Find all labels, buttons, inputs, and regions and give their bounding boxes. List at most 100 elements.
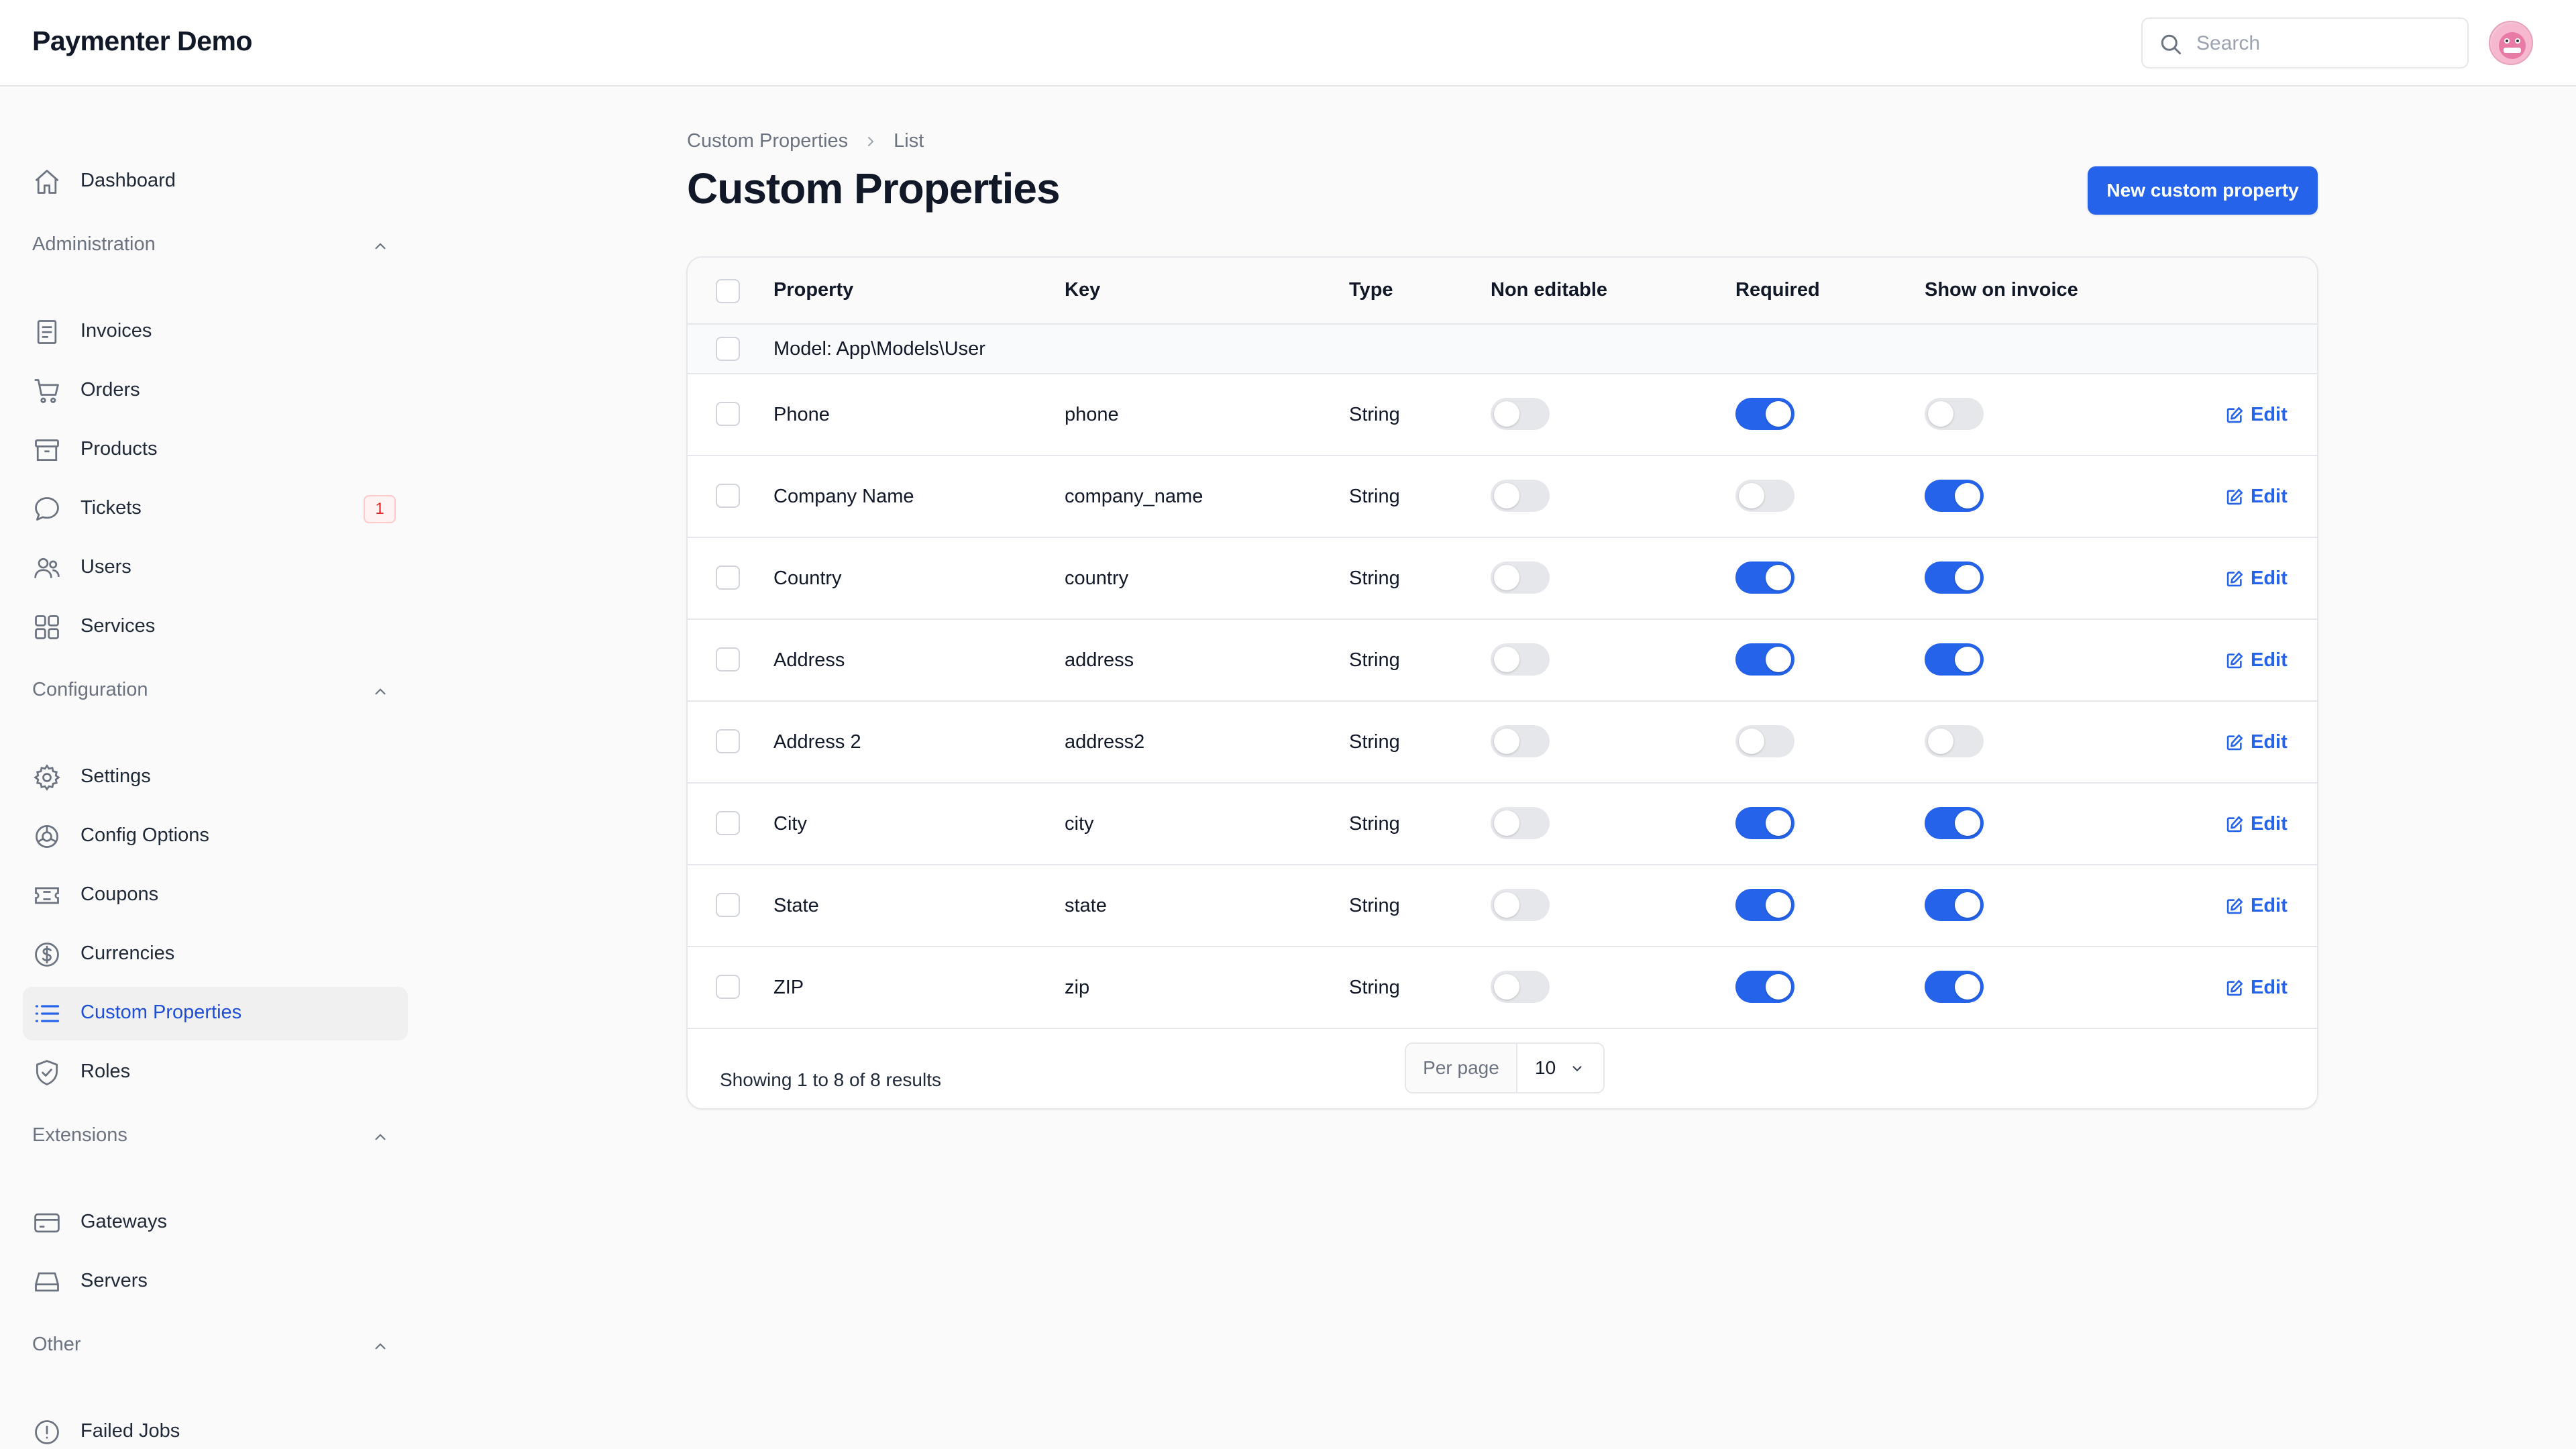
row-checkbox[interactable] (716, 402, 740, 426)
sidebar-item-roles[interactable]: Roles (23, 1046, 408, 1099)
non-editable-toggle[interactable] (1491, 807, 1550, 839)
edit-link[interactable]: Edit (2225, 731, 2288, 753)
group-checkbox[interactable] (716, 337, 740, 361)
cell-type: String (1349, 895, 1400, 916)
sidebar-item-failed-jobs[interactable]: Failed Jobs (23, 1405, 408, 1449)
cell-key: phone (1065, 404, 1119, 425)
row-checkbox[interactable] (716, 647, 740, 672)
toggle-knob (1955, 565, 1980, 590)
sidebar-item-label: Custom Properties (80, 1002, 242, 1023)
show-on-invoice-toggle[interactable] (1925, 807, 1984, 839)
sidebar-item-currencies[interactable]: Currencies (23, 928, 408, 981)
row-checkbox[interactable] (716, 566, 740, 590)
non-editable-toggle[interactable] (1491, 643, 1550, 676)
sidebar-item-coupons[interactable]: Coupons (23, 869, 408, 922)
app-title[interactable]: Paymenter Demo (32, 25, 252, 57)
required-toggle[interactable] (1735, 561, 1794, 594)
toggle-knob (1494, 401, 1519, 427)
sidebar-item-custom-properties[interactable]: Custom Properties (23, 987, 408, 1040)
sidebar-item-label: Currencies (80, 943, 175, 964)
edit-link[interactable]: Edit (2225, 895, 2288, 917)
cell-property: Country (773, 568, 842, 589)
required-toggle[interactable] (1735, 643, 1794, 676)
sidebar-item-settings[interactable]: Settings (23, 751, 408, 804)
column-header-property[interactable]: Property (773, 279, 853, 301)
edit-icon (2226, 898, 2243, 914)
per-page-value: 10 (1535, 1057, 1556, 1078)
edit-label: Edit (2251, 568, 2288, 589)
toggle-knob (1494, 810, 1519, 836)
new-custom-property-button[interactable]: New custom property (2088, 166, 2318, 215)
group-header-extensions[interactable]: Extensions (32, 1124, 394, 1151)
search-box[interactable] (2141, 17, 2469, 68)
required-toggle[interactable] (1735, 725, 1794, 757)
required-toggle[interactable] (1735, 398, 1794, 430)
server-icon (35, 1272, 59, 1292)
show-on-invoice-toggle[interactable] (1925, 480, 1984, 512)
toggle-knob (1766, 810, 1791, 836)
non-editable-toggle[interactable] (1491, 398, 1550, 430)
row-checkbox[interactable] (716, 893, 740, 917)
per-page-dropdown[interactable]: 10 (1517, 1044, 1603, 1092)
cell-type: String (1349, 731, 1400, 753)
sidebar-item-config-options[interactable]: Config Options (23, 810, 408, 863)
edit-icon (2226, 734, 2243, 750)
breadcrumb-parent-link[interactable]: Custom Properties (687, 130, 848, 152)
sidebar-item-products[interactable]: Products (23, 423, 408, 477)
edit-link[interactable]: Edit (2225, 649, 2288, 672)
column-header-non-editable[interactable]: Non editable (1491, 279, 1607, 301)
non-editable-toggle[interactable] (1491, 480, 1550, 512)
edit-icon (2226, 570, 2243, 586)
select-all-checkbox[interactable] (716, 279, 740, 303)
column-header-type[interactable]: Type (1349, 279, 1393, 301)
users-icon (34, 557, 60, 578)
required-toggle[interactable] (1735, 889, 1794, 921)
edit-icon (2226, 979, 2243, 996)
non-editable-toggle[interactable] (1491, 971, 1550, 1003)
row-checkbox[interactable] (716, 484, 740, 508)
edit-link[interactable]: Edit (2225, 486, 2288, 508)
row-checkbox[interactable] (716, 811, 740, 835)
sidebar-item-invoices[interactable]: Invoices (23, 305, 408, 359)
column-header-key[interactable]: Key (1065, 279, 1100, 301)
show-on-invoice-toggle[interactable] (1925, 725, 1984, 757)
edit-link[interactable]: Edit (2225, 404, 2288, 426)
toggle-knob (1766, 401, 1791, 427)
show-on-invoice-toggle[interactable] (1925, 561, 1984, 594)
non-editable-toggle[interactable] (1491, 725, 1550, 757)
required-toggle[interactable] (1735, 807, 1794, 839)
avatar[interactable] (2489, 21, 2533, 65)
sidebar-item-gateways[interactable]: Gateways (23, 1196, 408, 1250)
non-editable-toggle[interactable] (1491, 889, 1550, 921)
group-header-configuration[interactable]: Configuration (32, 679, 394, 706)
column-header-show-on-invoice[interactable]: Show on invoice (1925, 279, 2078, 301)
sidebar-item-services[interactable]: Services (23, 600, 408, 654)
group-title: Other (32, 1334, 81, 1355)
edit-link[interactable]: Edit (2225, 813, 2288, 835)
show-on-invoice-toggle[interactable] (1925, 643, 1984, 676)
cell-type: String (1349, 486, 1400, 507)
non-editable-toggle[interactable] (1491, 561, 1550, 594)
group-header-other[interactable]: Other (32, 1334, 394, 1360)
group-header-administration[interactable]: Administration (32, 233, 394, 260)
show-on-invoice-toggle[interactable] (1925, 398, 1984, 430)
edit-label: Edit (2251, 731, 2288, 753)
search-input[interactable] (2196, 28, 2451, 59)
row-checkbox[interactable] (716, 975, 740, 999)
required-toggle[interactable] (1735, 480, 1794, 512)
sidebar-item-servers[interactable]: Servers (23, 1255, 408, 1309)
show-on-invoice-toggle[interactable] (1925, 971, 1984, 1003)
per-page-select[interactable]: Per page 10 (1405, 1042, 1605, 1093)
column-header-required[interactable]: Required (1735, 279, 1820, 301)
edit-link[interactable]: Edit (2225, 977, 2288, 999)
sidebar-item-dashboard[interactable]: Dashboard (23, 155, 408, 209)
required-toggle[interactable] (1735, 971, 1794, 1003)
cell-key: country (1065, 568, 1129, 589)
sidebar-item-users[interactable]: Users (23, 541, 408, 595)
sidebar-item-orders[interactable]: Orders (23, 364, 408, 418)
credit-card-icon (34, 1213, 60, 1233)
sidebar-item-tickets[interactable]: Tickets 1 (23, 482, 408, 536)
edit-link[interactable]: Edit (2225, 568, 2288, 590)
row-checkbox[interactable] (716, 729, 740, 753)
show-on-invoice-toggle[interactable] (1925, 889, 1984, 921)
